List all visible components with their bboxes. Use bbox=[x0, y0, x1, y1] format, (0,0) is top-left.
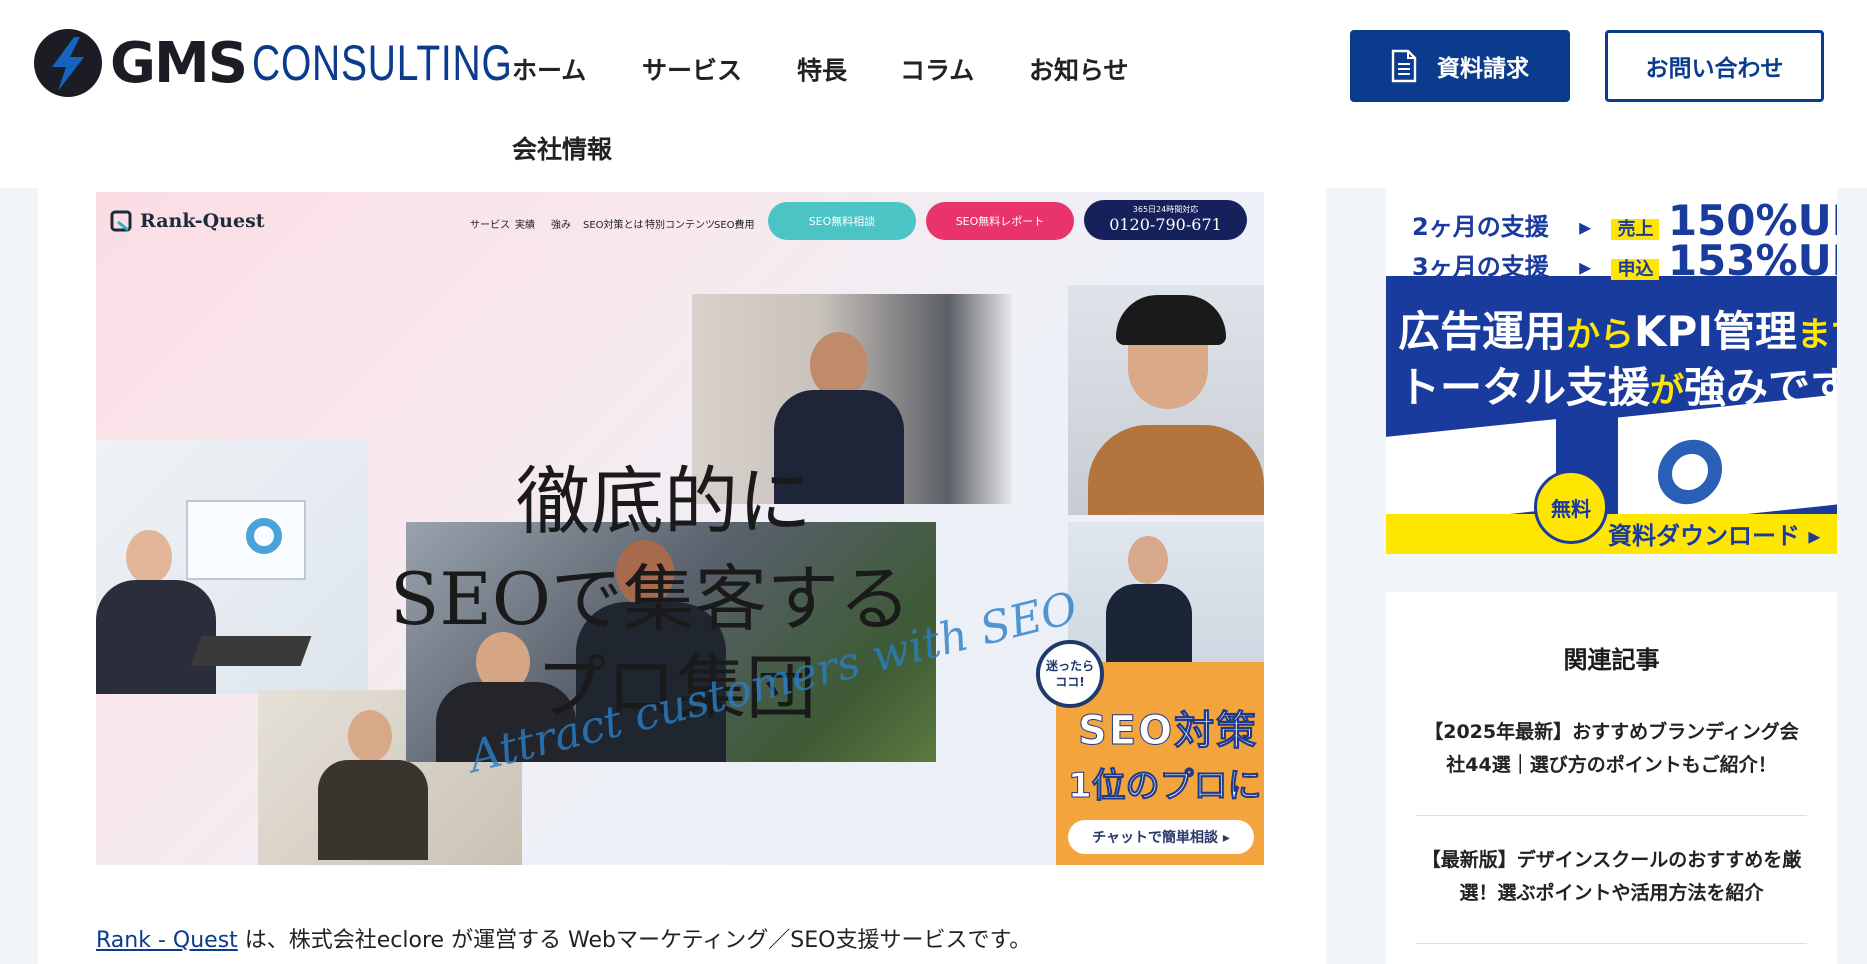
logo-text-main: GMS bbox=[110, 30, 248, 96]
nav-column[interactable]: コラム bbox=[900, 51, 974, 87]
doc-request-label: 資料請求 bbox=[1437, 56, 1529, 82]
rq-tel-badge: 365日24時間対応 0120-790-671 bbox=[1084, 200, 1247, 240]
banner-stat-row-2: 3ヶ月の支援 ▸ 申込 153%UP! bbox=[1412, 236, 1837, 285]
rank-quest-header: Rank-Quest サービス 実績 強み SEO対策とは 特別コンテンツ SE… bbox=[96, 192, 1264, 252]
banner-stat-2-value: 153%UP! bbox=[1667, 236, 1837, 285]
related-divider bbox=[1416, 815, 1807, 816]
hero-headline-2: SEOで集客する bbox=[390, 557, 911, 641]
banner-free-badge: 無料 bbox=[1534, 470, 1608, 544]
nav-features[interactable]: 特長 bbox=[797, 51, 847, 87]
rq-nav-special: 特別コンテンツ bbox=[645, 220, 715, 231]
rq-nav-cost: SEO費用 bbox=[714, 220, 755, 231]
related-article-link[interactable]: 【2025年最新】おすすめブランディング会社44選｜選び方のポイントもご紹介！ bbox=[1416, 716, 1807, 782]
seo-badge-title: SEO対策 bbox=[1077, 708, 1259, 755]
banner-headline-1b: から bbox=[1566, 315, 1635, 355]
nav-home[interactable]: ホーム bbox=[512, 51, 586, 87]
related-articles: 関連記事 【2025年最新】おすすめブランディング会社44選｜選び方のポイントも… bbox=[1386, 592, 1837, 964]
banner-headline-1c: KPI管理 bbox=[1634, 307, 1797, 356]
rq-nav-seo: SEO対策とは bbox=[583, 220, 644, 231]
site-header: GMS CONSULTING ホーム サービス 特長 コラム お知らせ 会社情報… bbox=[0, 0, 1867, 188]
banner-stat-2-label: 3ヶ月の支援 bbox=[1412, 253, 1549, 281]
banner-document-preview-1 bbox=[1386, 419, 1556, 527]
banner-stat-2-tag: 申込 bbox=[1611, 259, 1660, 280]
rq-tel-note: 365日24時間対応 bbox=[1132, 205, 1199, 214]
banner-headline-1d: まで bbox=[1796, 315, 1837, 355]
hero-headline-1: 徹底的に bbox=[516, 459, 812, 545]
rank-quest-logo: Rank-Quest bbox=[110, 210, 265, 232]
rq-consult-button: SEO無料相談 bbox=[768, 202, 916, 240]
photo-woman-laptop bbox=[96, 440, 368, 694]
site-logo[interactable]: GMS CONSULTING bbox=[34, 28, 586, 98]
hero-screenshot-image: Rank-Quest サービス 実績 強み SEO対策とは 特別コンテンツ SE… bbox=[96, 192, 1264, 865]
rq-report-button: SEO無料レポート bbox=[926, 202, 1074, 240]
caption-text: は、株式会社eclore が運営する Webマーケティング／SEO支援サービスで… bbox=[237, 928, 1032, 953]
logo-text-sub: CONSULTING bbox=[252, 35, 513, 91]
rq-consult-label: SEO無料相談 bbox=[808, 215, 876, 228]
article-caption: Rank - Quest は、株式会社eclore が運営する Webマーケティ… bbox=[96, 922, 1031, 954]
banner-headline-2a: トータル支援 bbox=[1398, 363, 1651, 412]
lightning-icon bbox=[34, 29, 102, 97]
seo-badge-subtitle: 1位のプロに bbox=[1068, 766, 1263, 807]
rq-nav-results: 実績 bbox=[515, 220, 535, 231]
document-icon bbox=[1391, 49, 1417, 83]
related-article-link[interactable]: 【最新版】デザインスクールのおすすめを厳選！選ぶポイントや活用方法を紹介 bbox=[1416, 844, 1807, 910]
contact-button[interactable]: お問い合わせ bbox=[1605, 30, 1824, 102]
chat-consult-button: チャットで簡単相談 ▸ bbox=[1068, 820, 1254, 854]
banner-download-label: 資料ダウンロード ▸ bbox=[1608, 522, 1821, 550]
banner-headline-1a: 広告運用 bbox=[1398, 307, 1567, 356]
mayoi-bubble: 迷ったら ココ! bbox=[1036, 640, 1104, 708]
related-title: 関連記事 bbox=[1563, 646, 1660, 674]
banner-headline-2b: が bbox=[1650, 371, 1685, 411]
nav-news[interactable]: お知らせ bbox=[1029, 51, 1129, 87]
photo-man-suit bbox=[1068, 522, 1264, 662]
rank-quest-link[interactable]: Rank - Quest bbox=[96, 928, 238, 953]
sidebar-banner-ad[interactable]: 2ヶ月の支援 ▸ 売上 150%UP! 3ヶ月の支援 ▸ 申込 153%UP! … bbox=[1386, 188, 1837, 554]
doc-request-button[interactable]: 資料請求 bbox=[1350, 30, 1570, 102]
rq-nav-service: サービス bbox=[470, 220, 510, 231]
rq-tel-number: 0120-790-671 bbox=[1109, 215, 1222, 234]
rq-report-label: SEO無料レポート bbox=[955, 215, 1045, 228]
banner-document-preview-2 bbox=[1618, 394, 1837, 528]
rank-quest-brand: Rank-Quest bbox=[140, 210, 265, 232]
photo-man-sweater bbox=[1068, 285, 1264, 515]
rank-quest-icon bbox=[110, 210, 132, 232]
nav-service[interactable]: サービス bbox=[642, 51, 742, 87]
related-divider bbox=[1416, 943, 1807, 944]
nav-company[interactable]: 会社情報 bbox=[512, 130, 612, 166]
contact-label: お問い合わせ bbox=[1645, 56, 1784, 82]
banner-headline-1: 広告運用からKPI管理まで bbox=[1398, 298, 1837, 359]
rq-nav-strength: 強み bbox=[551, 220, 571, 231]
